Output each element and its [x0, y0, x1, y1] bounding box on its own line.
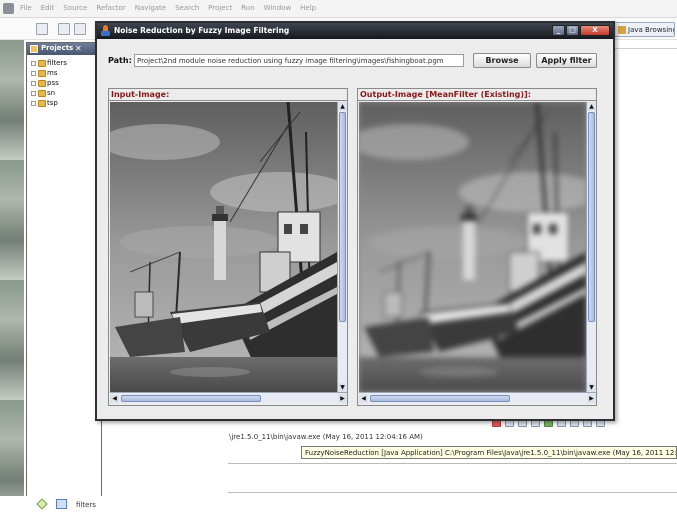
project-tree: filters ms pss sn tsp [31, 59, 67, 109]
output-image-title: Output-Image [MeanFilter (Existing)]: [360, 90, 531, 99]
close-button[interactable]: X [580, 25, 610, 36]
editor-area-divider [614, 48, 677, 49]
scroll-up-icon[interactable]: ▲ [338, 102, 347, 111]
menu-edit[interactable]: Edit [41, 4, 55, 12]
maximize-button[interactable]: □ [566, 25, 579, 36]
save-icon[interactable] [58, 23, 70, 35]
projects-tab-label: Projects [41, 44, 74, 52]
scroll-thumb[interactable] [339, 112, 346, 322]
menu-project[interactable]: Project [208, 4, 232, 12]
tree-item-pss[interactable]: pss [31, 79, 67, 88]
horizontal-scrollbar[interactable]: ◀ ▶ [359, 392, 596, 404]
filtered-fishing-boat-image [359, 102, 586, 392]
fishing-boat-image [110, 102, 337, 392]
tree-item-filters[interactable]: filters [31, 59, 67, 68]
project-status-icon[interactable] [56, 499, 67, 509]
ide-menu: File Edit Source Refactor Navigate Searc… [20, 4, 316, 12]
browse-button[interactable]: Browse [473, 53, 531, 68]
expand-icon[interactable] [31, 71, 36, 76]
scroll-thumb[interactable] [121, 395, 261, 402]
scroll-down-icon[interactable]: ▼ [338, 383, 347, 392]
perspective-label: Java Browsing [628, 26, 675, 34]
menu-run[interactable]: Run [241, 4, 254, 12]
eclipse-app-icon [3, 3, 14, 14]
fast-view-icon[interactable] [36, 498, 48, 510]
tree-item-ms[interactable]: ms [31, 69, 67, 78]
panel-divider [358, 100, 596, 101]
perspective-icon [618, 26, 626, 34]
project-folder-icon [38, 100, 46, 107]
menu-help[interactable]: Help [300, 4, 316, 12]
menu-refactor[interactable]: Refactor [96, 4, 125, 12]
perspective-java-browsing[interactable]: Java Browsing [614, 22, 675, 37]
window-titlebar[interactable]: Noise Reduction by Fuzzy Image Filtering… [97, 23, 613, 39]
scroll-left-icon[interactable]: ◀ [359, 394, 368, 403]
scroll-thumb[interactable] [588, 112, 595, 322]
console-frame [228, 463, 677, 493]
menu-source[interactable]: Source [63, 4, 87, 12]
menu-file[interactable]: File [20, 4, 32, 12]
print-icon[interactable] [74, 23, 86, 35]
window-title: Noise Reduction by Fuzzy Image Filtering [114, 26, 290, 35]
project-folder-icon [38, 60, 46, 67]
scroll-down-icon[interactable]: ▼ [587, 383, 596, 392]
scroll-up-icon[interactable]: ▲ [587, 102, 596, 111]
console-process-line: \jre1.5.0_11\bin\javaw.exe (May 16, 2011… [229, 433, 423, 441]
project-folder-icon [38, 90, 46, 97]
tree-item-label: filters [47, 59, 67, 67]
horizontal-scrollbar[interactable]: ◀ ▶ [110, 392, 347, 404]
status-bar: filters [0, 496, 677, 514]
panel-divider [109, 100, 347, 101]
input-image-panel: Input-Image: ▲ ▼ ◀ ▶ [108, 88, 348, 406]
projects-icon [30, 45, 38, 53]
ide-menubar: File Edit Source Refactor Navigate Searc… [0, 0, 677, 18]
menu-window[interactable]: Window [264, 4, 292, 12]
tree-item-tsp[interactable]: tsp [31, 99, 67, 108]
input-image-viewport[interactable] [110, 102, 337, 392]
menu-navigate[interactable]: Navigate [135, 4, 166, 12]
apply-filter-button[interactable]: Apply filter [536, 53, 597, 68]
vertical-scrollbar[interactable]: ▲ ▼ [586, 102, 596, 392]
project-folder-icon [38, 70, 46, 77]
tree-item-label: sn [47, 89, 56, 97]
desktop-background-strip [0, 40, 24, 514]
vertical-scrollbar[interactable]: ▲ ▼ [337, 102, 347, 392]
expand-icon[interactable] [31, 61, 36, 66]
input-image-title: Input-Image: [111, 90, 170, 99]
expand-icon[interactable] [31, 101, 36, 106]
tree-item-label: tsp [47, 99, 58, 107]
scroll-thumb[interactable] [370, 395, 510, 402]
java-cup-icon [101, 25, 110, 36]
minimize-button[interactable]: _ [552, 25, 565, 36]
output-image-panel: Output-Image [MeanFilter (Existing)]: ▲ … [357, 88, 597, 406]
launch-tooltip: FuzzyNoiseReduction [Java Application] C… [301, 446, 677, 459]
menu-search[interactable]: Search [175, 4, 199, 12]
scroll-right-icon[interactable]: ▶ [587, 394, 596, 403]
status-label: filters [76, 501, 96, 509]
output-image-viewport[interactable] [359, 102, 586, 392]
noise-reduction-window: Noise Reduction by Fuzzy Image Filtering… [95, 21, 615, 421]
project-folder-icon [38, 80, 46, 87]
path-field[interactable]: Project\2nd module noise reduction using… [134, 54, 464, 67]
expand-icon[interactable] [31, 91, 36, 96]
tree-item-label: ms [47, 69, 58, 77]
scroll-right-icon[interactable]: ▶ [338, 394, 347, 403]
scroll-left-icon[interactable]: ◀ [110, 394, 119, 403]
tree-item-label: pss [47, 79, 59, 87]
projects-tab[interactable]: Projects ✕ [27, 43, 101, 55]
tree-item-sn[interactable]: sn [31, 89, 67, 98]
expand-icon[interactable] [31, 81, 36, 86]
projects-view: Projects ✕ filters ms pss sn tsp [26, 42, 102, 500]
path-label: Path: [108, 56, 132, 65]
new-file-icon[interactable] [36, 23, 48, 35]
close-icon[interactable]: ✕ [75, 44, 82, 53]
